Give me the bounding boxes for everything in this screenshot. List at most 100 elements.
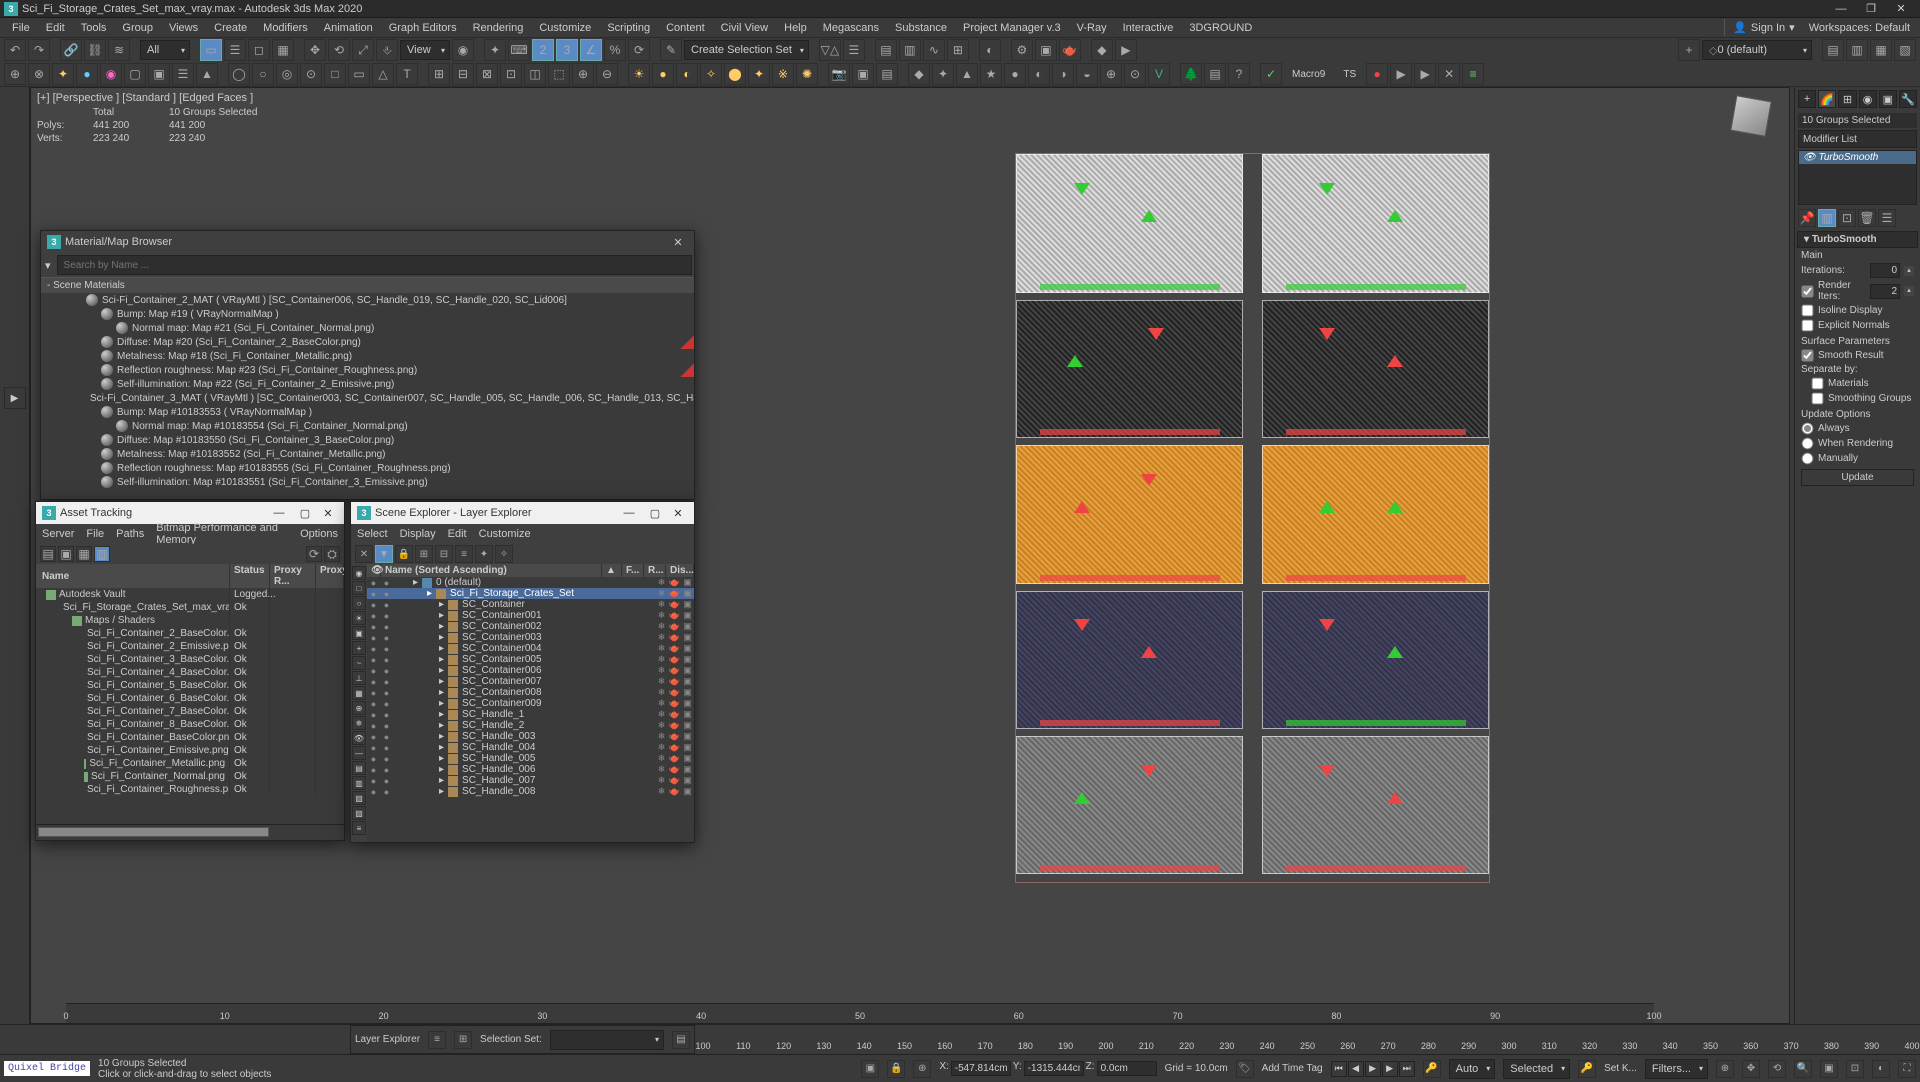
helper-7[interactable]: ▣ — [148, 63, 170, 85]
asset-row[interactable]: Sci_Fi_Container_BaseColor.pngOk — [36, 731, 344, 744]
op-4[interactable]: ⊡ — [500, 63, 522, 85]
mat-tree-item[interactable]: Metalness: Map #18 (Sci_Fi_Container_Met… — [41, 349, 694, 363]
mat-tree-item[interactable]: Self-illumination: Map #22 (Sci_Fi_Conta… — [41, 377, 694, 391]
curve-editor-button[interactable]: ∿ — [923, 39, 945, 61]
prim-plane[interactable]: ▭ — [348, 63, 370, 85]
render-iters-input[interactable] — [1870, 284, 1900, 299]
se-f-sep[interactable]: — — [352, 746, 366, 760]
prim-torus[interactable]: ◎ — [276, 63, 298, 85]
named-selection-dropdown[interactable]: Create Selection Set — [684, 40, 809, 60]
undo-button[interactable]: ↶ — [4, 39, 26, 61]
modifier-list-dropdown[interactable]: Modifier List — [1798, 130, 1917, 148]
layer-tool4[interactable]: ▧ — [1894, 39, 1916, 61]
mat-tree-item[interactable]: Diffuse: Map #10183550 (Sci_Fi_Container… — [41, 433, 694, 447]
scene-row[interactable]: ●●▸ SC_Handle_1❄🫖▣ — [367, 709, 694, 720]
update-manual-radio[interactable] — [1802, 453, 1814, 465]
assettrack-min-button[interactable]: — — [266, 507, 292, 519]
menu-file[interactable]: File — [4, 20, 38, 36]
rec-5[interactable]: ≡ — [1462, 63, 1484, 85]
selection-set-dropdown[interactable] — [550, 1030, 664, 1050]
matbrowser-menu-toggle[interactable]: ▾ — [41, 259, 55, 272]
at-tool3[interactable]: ▦ — [76, 546, 92, 562]
render-button[interactable]: 🫖 — [1059, 39, 1081, 61]
se-f-help[interactable]: + — [352, 641, 366, 655]
se-f-1[interactable]: ▤ — [352, 761, 366, 775]
assettrack-close-button[interactable]: ✕ — [318, 507, 338, 520]
link-button[interactable]: 🔗 — [60, 39, 82, 61]
nav-2[interactable]: ✥ — [1742, 1060, 1760, 1078]
explicit-checkbox[interactable] — [1802, 320, 1814, 332]
menu-animation[interactable]: Animation — [316, 20, 381, 36]
snap-toggle-2d[interactable]: 2 — [532, 39, 554, 61]
sceneexp-close-button[interactable]: ✕ — [668, 507, 688, 520]
pin-stack-button[interactable]: 📌 — [1798, 209, 1816, 227]
addtag-button[interactable]: 🏷 — [1236, 1060, 1254, 1078]
coord-z-input[interactable] — [1097, 1061, 1157, 1076]
prim-box[interactable]: □ — [324, 63, 346, 85]
scene-row[interactable]: ●●▸ SC_Container008❄🫖▣ — [367, 687, 694, 698]
mat-tree-item[interactable]: Sci-Fi_Container_3_MAT ( VRayMtl ) [SC_C… — [41, 391, 694, 405]
layer-tool1[interactable]: ▤ — [1822, 39, 1844, 61]
at-menu-bitmap-performance-and-memory[interactable]: Bitmap Performance and Memory — [156, 522, 288, 546]
placement-button[interactable]: ⎀ — [376, 39, 398, 61]
rec-2[interactable]: ▶ — [1390, 63, 1412, 85]
asset-row[interactable]: Sci_Fi_Container_Normal.pngOk — [36, 770, 344, 783]
se-t1[interactable]: ⊞ — [415, 545, 433, 563]
bind-button[interactable]: ≋ — [108, 39, 130, 61]
remove-modifier-button[interactable]: 🗑 — [1858, 209, 1876, 227]
menu-views[interactable]: Views — [161, 20, 206, 36]
scene-row[interactable]: ●●▸ SC_Container004❄🫖▣ — [367, 643, 694, 654]
prim-text[interactable]: T — [396, 63, 418, 85]
display-tab[interactable]: ▣ — [1879, 90, 1897, 108]
nav-4[interactable]: 🔍 — [1794, 1060, 1812, 1078]
add-layer-button[interactable]: + — [1678, 39, 1700, 61]
se-f-bone[interactable]: ⊥ — [352, 671, 366, 685]
mat-tree-item[interactable]: Normal map: Map #21 (Sci_Fi_Container_No… — [41, 321, 694, 335]
mat-tree-item[interactable]: Normal map: Map #10183554 (Sci_Fi_Contai… — [41, 419, 694, 433]
at-tool2[interactable]: ▣ — [58, 546, 74, 562]
coord-y-input[interactable] — [1024, 1061, 1084, 1076]
helper-3[interactable]: ✦ — [52, 63, 74, 85]
se-t2[interactable]: ⊟ — [435, 545, 453, 563]
configure-sets-button[interactable]: ☰ — [1878, 209, 1896, 227]
scene-row[interactable]: ●●▸ SC_Container001❄🫖▣ — [367, 610, 694, 621]
scene-materials-section[interactable]: - Scene Materials — [41, 277, 694, 293]
spinner-snap-button[interactable]: ⟳ — [628, 39, 650, 61]
se-f-grp[interactable]: ▦ — [352, 686, 366, 700]
restore-button[interactable]: ❐ — [1856, 1, 1886, 17]
se-menu-edit[interactable]: Edit — [448, 528, 467, 540]
motion-tab[interactable]: ◉ — [1859, 90, 1877, 108]
frame-ruler[interactable]: 0102030405060708090100 — [66, 1003, 1654, 1023]
se-f-5[interactable]: ≡ — [352, 821, 366, 835]
workspaces-dropdown[interactable]: Workspaces: Default — [1803, 20, 1916, 36]
op-8[interactable]: ⊖ — [596, 63, 618, 85]
menu-help[interactable]: Help — [776, 20, 815, 36]
helper-2[interactable]: ⊗ — [28, 63, 50, 85]
se-t4[interactable]: ✦ — [475, 545, 493, 563]
add-time-tag[interactable]: Add Time Tag — [1262, 1063, 1323, 1074]
se-t5[interactable]: ✧ — [495, 545, 513, 563]
render-setup-button[interactable]: ⚙ — [1011, 39, 1033, 61]
helper-9[interactable]: ▲ — [196, 63, 218, 85]
select-rect-button[interactable]: ◻ — [248, 39, 270, 61]
se-f-geo[interactable]: □ — [352, 581, 366, 595]
nav-8[interactable]: ⛶ — [1898, 1060, 1916, 1078]
smooth-result-checkbox[interactable] — [1802, 350, 1814, 362]
asset-row[interactable]: Sci_Fi_Container_5_BaseColor.pngOk — [36, 679, 344, 692]
hierarchy-tab[interactable]: ⊞ — [1838, 90, 1856, 108]
keyboard-shortcut-button[interactable]: ⌨ — [508, 39, 530, 61]
nav-5[interactable]: ▣ — [1820, 1060, 1838, 1078]
menu-rendering[interactable]: Rendering — [465, 20, 532, 36]
at-refresh[interactable]: ⟳ — [306, 546, 322, 562]
mat-tree-item[interactable]: Reflection roughness: Map #10183555 (Sci… — [41, 461, 694, 475]
nav-7[interactable]: ◐ — [1872, 1060, 1890, 1078]
asset-row[interactable]: Sci_Fi_Container_3_BaseColor.pngOk — [36, 653, 344, 666]
menu-scripting[interactable]: Scripting — [599, 20, 658, 36]
se-f-light[interactable]: ☀ — [352, 611, 366, 625]
asset-row[interactable]: Sci_Fi_Container_6_BaseColor.pngOk — [36, 692, 344, 705]
angle-snap-button[interactable]: ∠ — [580, 39, 602, 61]
at-menu-paths[interactable]: Paths — [116, 528, 144, 540]
mat-tree-item[interactable]: Metalness: Map #10183552 (Sci_Fi_Contain… — [41, 447, 694, 461]
check-1[interactable]: ✓ — [1260, 63, 1282, 85]
iterations-spin[interactable]: ▴ — [1904, 266, 1914, 276]
